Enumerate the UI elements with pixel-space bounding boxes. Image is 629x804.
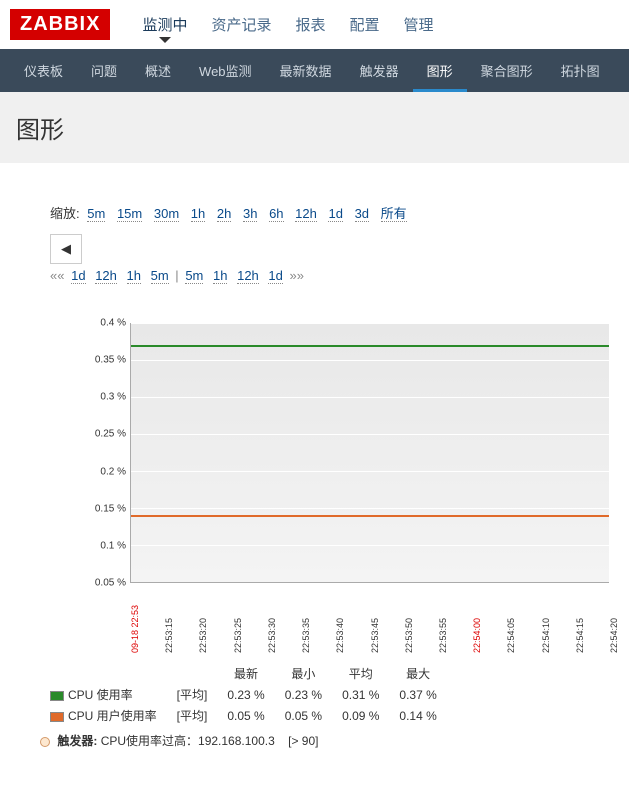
x-tick: 22:54:05 [506,618,516,653]
topnav-config[interactable]: 配置 [338,6,392,43]
trigger-text: CPU使用率过高：192.168.100.3 [101,734,275,748]
zoom-30m[interactable]: 30m [154,206,179,222]
plot [130,323,609,583]
y-tick: 0.4 % [100,318,126,329]
shift-r-1d[interactable]: 1d [268,268,282,284]
trigger-row: 触发器: CPU使用率过高：192.168.100.3 [> 90] [40,732,609,749]
y-tick: 0.25 % [95,429,126,440]
legend-header: 最新 最小 平均 最大 [40,663,447,684]
subnav-overview[interactable]: 概述 [131,49,185,92]
shift-l-12h[interactable]: 12h [95,268,117,284]
swatch-orange [50,712,64,722]
trigger-cond: [> 90] [288,734,318,748]
shift-r-1h[interactable]: 1h [213,268,227,284]
legend-row-cpu: CPU 使用率 [平均] 0.23 % 0.23 % 0.31 % 0.37 % [40,684,447,705]
topnav-inventory[interactable]: 资产记录 [199,6,283,43]
shift-r-12h[interactable]: 12h [237,268,259,284]
x-tick: 22:53:40 [335,618,345,653]
shift-row: «« 1d 12h 1h 5m | 5m 1h 12h 1d »» [50,268,579,283]
zoom-2h[interactable]: 2h [217,206,231,222]
subnav-screens[interactable]: 聚合图形 [467,49,547,92]
x-tick: 22:53:55 [438,618,448,653]
subnav-latest[interactable]: 最新数据 [266,49,346,92]
x-tick: 22:53:45 [370,618,380,653]
zoom-label: 缩放: [50,206,80,221]
series-line [131,345,609,347]
chart: 0.4 % 0.35 % 0.3 % 0.25 % 0.2 % 0.15 % 0.1 % 0.… [10,303,619,759]
x-tick: 22:53:25 [233,618,243,653]
x-tick: 22:53:50 [404,618,414,653]
zoom-15m[interactable]: 15m [117,206,142,222]
chart-area: 0.4 %0.35 %0.3 %0.25 %0.2 %0.15 %0.1 %0.… [90,323,609,603]
topnav-admin[interactable]: 管理 [392,6,446,43]
legend-row-cpu-user: CPU 用户使用率 [平均] 0.05 % 0.05 % 0.09 % 0.14… [40,705,447,726]
zoom-1d[interactable]: 1d [328,206,342,222]
legend: 最新 最小 平均 最大 CPU 使用率 [平均] 0.23 % 0.23 % 0… [40,663,609,749]
zoom-12h[interactable]: 12h [295,206,317,222]
shift-l-1h[interactable]: 1h [127,268,141,284]
zoom-all[interactable]: 所有 [381,206,407,222]
zoom-3h[interactable]: 3h [243,206,257,222]
zoom-3d[interactable]: 3d [355,206,369,222]
subnav-triggers[interactable]: 触发器 [346,49,413,92]
zoom-5m[interactable]: 5m [87,206,105,222]
x-tick: 22:54:00 [472,618,482,653]
shift-r-5m[interactable]: 5m [185,268,203,284]
zoom-1h[interactable]: 1h [191,206,205,222]
subnav-dashboard[interactable]: 仪表板 [10,49,77,92]
prev-button[interactable]: ◀ [50,234,82,264]
series-line [131,515,609,517]
zoom-row: 缩放: 5m 15m 30m 1h 2h 3h 6h 12h 1d 3d 所有 [50,203,579,222]
y-tick: 0.2 % [100,466,126,477]
y-tick: 0.05 % [95,578,126,589]
time-controls: 缩放: 5m 15m 30m 1h 2h 3h 6h 12h 1d 3d 所有 … [10,193,619,293]
x-tick: 22:54:15 [575,618,585,653]
x-tick: 22:54:10 [541,618,551,653]
subnav-maps[interactable]: 拓扑图 [547,49,614,92]
logo[interactable]: ZABBIX [10,9,110,40]
shift-right-dbl-icon[interactable]: »» [290,268,304,283]
x-tick: 22:53:15 [164,618,174,653]
y-tick: 0.15 % [95,503,126,514]
y-tick: 0.1 % [100,540,126,551]
shift-sep: | [175,268,178,283]
topnav-monitor[interactable]: 监测中 [130,6,199,43]
x-tick: 22:53:20 [198,618,208,653]
x-tick: 22:53:35 [301,618,311,653]
trigger-circle-icon [40,737,50,747]
y-tick: 0.35 % [95,355,126,366]
top-nav: 监测中 资产记录 报表 配置 管理 [130,6,445,43]
zoom-6h[interactable]: 6h [269,206,283,222]
x-tick: 22:54:20 [609,618,619,653]
x-tick: 22:53:30 [267,618,277,653]
shift-l-5m[interactable]: 5m [151,268,169,284]
subnav-web[interactable]: Web监测 [185,49,266,92]
shift-left-dbl-icon[interactable]: «« [50,268,64,283]
x-tick: 09-18 22:53 [130,605,140,653]
trigger-label: 触发器: [57,734,97,748]
shift-l-1d[interactable]: 1d [71,268,85,284]
y-tick: 0.3 % [100,392,126,403]
subnav-problems[interactable]: 问题 [77,49,131,92]
subnav-graphs[interactable]: 图形 [413,49,467,92]
topnav-reports[interactable]: 报表 [283,6,337,43]
page-title: 图形 [0,92,629,163]
sub-nav: 仪表板 问题 概述 Web监测 最新数据 触发器 图形 聚合图形 拓扑图 [0,49,629,92]
swatch-green [50,691,64,701]
topbar: ZABBIX 监测中 资产记录 报表 配置 管理 [0,0,629,43]
